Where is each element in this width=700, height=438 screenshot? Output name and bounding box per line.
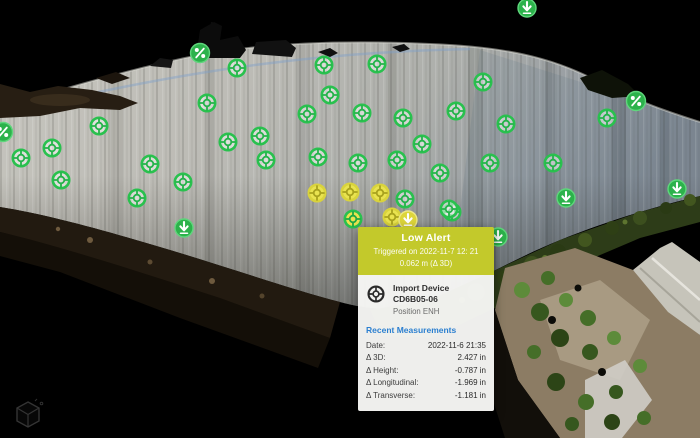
device-marker-target-warning[interactable] xyxy=(369,182,391,204)
device-marker-target-ok[interactable] xyxy=(495,113,517,135)
device-marker-target-ok[interactable] xyxy=(347,152,369,174)
measurement-row: Δ Transverse: -1.181 in xyxy=(366,390,486,403)
device-target-icon xyxy=(366,284,386,304)
device-marker-arrow-ok[interactable] xyxy=(517,0,538,19)
device-marker-target-ok[interactable] xyxy=(126,187,148,209)
alert-triggered-text: Triggered on 2022-11-7 12: 21 xyxy=(364,246,488,258)
device-marker-target-ok[interactable] xyxy=(351,102,373,124)
device-marker-target-ok[interactable] xyxy=(438,198,460,220)
measurement-row: Δ Height: -0.787 in xyxy=(366,365,486,378)
device-marker-target-ok[interactable] xyxy=(542,152,564,174)
device-marker-target-ok[interactable] xyxy=(226,57,248,79)
device-marker-target-ok[interactable] xyxy=(445,100,467,122)
3d-monitoring-viewport[interactable]: Low Alert Triggered on 2022-11-7 12: 21 … xyxy=(0,0,700,438)
alert-popup-header: Low Alert Triggered on 2022-11-7 12: 21 … xyxy=(358,227,494,275)
device-marker-target-ok[interactable] xyxy=(139,153,161,175)
device-marker-arrow-ok[interactable] xyxy=(556,188,577,209)
navigation-cube[interactable] xyxy=(8,395,48,435)
alert-popup: Low Alert Triggered on 2022-11-7 12: 21 … xyxy=(358,227,494,411)
device-marker-target-ok[interactable] xyxy=(217,131,239,153)
alert-delta-text: 0.062 m (Δ 3D) xyxy=(364,258,488,270)
device-marker-target-ok[interactable] xyxy=(10,147,32,169)
device-marker-target-ok[interactable] xyxy=(429,162,451,184)
device-marker-target-ok[interactable] xyxy=(366,53,388,75)
device-marker-arrow-ok[interactable] xyxy=(174,218,195,239)
recent-measurements-link[interactable]: Recent Measurements xyxy=(366,325,486,335)
measurement-row: Date: 2022-11-6 21:35 xyxy=(366,340,486,353)
device-marker-target-ok[interactable] xyxy=(88,115,110,137)
device-marker-target-warning[interactable] xyxy=(339,181,361,203)
device-marker-target-ok[interactable] xyxy=(392,107,414,129)
device-marker-target-ok[interactable] xyxy=(172,171,194,193)
measurement-row: Δ Longitudinal: -1.969 in xyxy=(366,377,486,390)
device-marker-target-ok[interactable] xyxy=(249,125,271,147)
device-marker-target-ok[interactable] xyxy=(479,152,501,174)
device-marker-target-ok[interactable] xyxy=(313,54,335,76)
device-marker-target-ok[interactable] xyxy=(472,71,494,93)
device-marker-target-ok[interactable] xyxy=(255,149,277,171)
device-marker-target-ok[interactable] xyxy=(196,92,218,114)
measurements-table: Date: 2022-11-6 21:35 Δ 3D: 2.427 in Δ H… xyxy=(366,340,486,403)
device-marker-target-ok[interactable] xyxy=(307,146,329,168)
device-marker-target-ok[interactable] xyxy=(41,137,63,159)
device-marker-target-ok[interactable] xyxy=(319,84,341,106)
alert-popup-body: Import Device CD6B05-06 Position ENH Rec… xyxy=(358,275,494,411)
device-marker-target-warning[interactable] xyxy=(306,182,328,204)
device-marker-target-ok[interactable] xyxy=(296,103,318,125)
device-marker-target-ok[interactable] xyxy=(386,149,408,171)
device-marker-station-ok[interactable] xyxy=(189,42,211,64)
device-position: Position ENH xyxy=(393,307,486,316)
device-marker-station-ok[interactable] xyxy=(625,90,647,112)
device-marker-target-ok[interactable] xyxy=(411,133,433,155)
device-marker-station-ok[interactable] xyxy=(0,121,14,143)
device-marker-arrow-ok[interactable] xyxy=(667,179,688,200)
device-marker-target-ok[interactable] xyxy=(596,107,618,129)
measurement-row: Δ 3D: 2.427 in xyxy=(366,352,486,365)
device-marker-target-ok[interactable] xyxy=(50,169,72,191)
alert-level-title: Low Alert xyxy=(364,232,488,244)
device-name: Import Device CD6B05-06 xyxy=(393,283,486,304)
